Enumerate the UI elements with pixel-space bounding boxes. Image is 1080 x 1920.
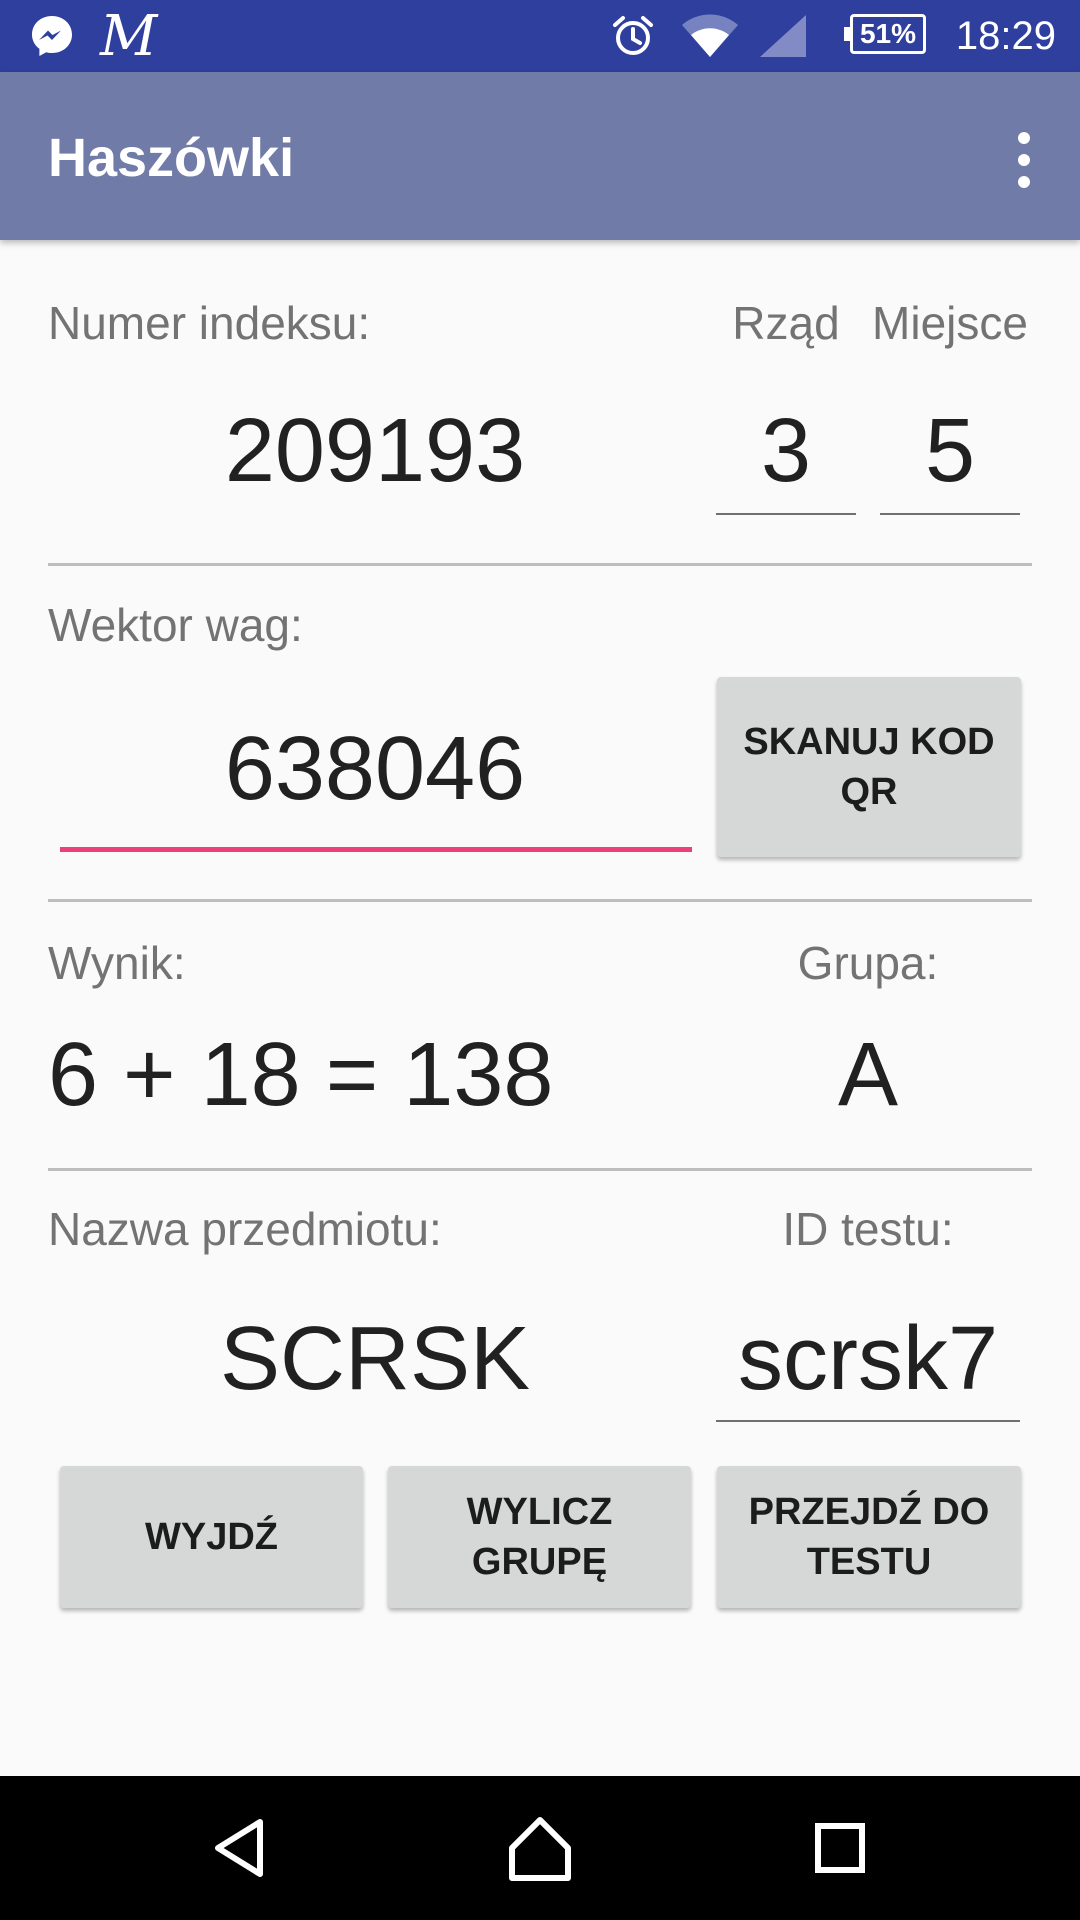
seat-field[interactable]: 5 [880,400,1020,503]
wifi-icon [680,0,740,72]
index-value[interactable]: 209193 [60,400,690,503]
test-id-field-underline [716,1420,1020,1422]
test-id-label: ID testu: [782,1203,954,1255]
weights-input[interactable]: 638046 [60,718,690,821]
test-id-field[interactable]: scrsk7 [716,1308,1020,1411]
subject-label: Nazwa przedmiotu: [48,1203,442,1255]
more-vert-icon[interactable] [1004,132,1044,188]
messenger-icon [28,0,76,72]
go-to-test-button[interactable]: PRZEJDŹ DO TESTU [717,1466,1021,1608]
row-label: Rząd [732,297,840,349]
row-field[interactable]: 3 [716,400,856,503]
navigation-bar [0,1776,1080,1920]
battery-icon: 51% [844,14,926,54]
app-title: Haszówki [48,128,295,188]
app-bar: Haszówki [0,72,1080,240]
subject-value: SCRSK [219,1309,531,1409]
exit-button[interactable]: WYJDŹ [60,1466,363,1608]
divider [48,899,1032,902]
weights-input-underline [60,847,692,852]
result-label: Wynik: [48,937,186,989]
back-icon[interactable] [204,1812,276,1884]
group-value: A [837,1025,899,1125]
index-label: Numer indeksu: [48,297,371,349]
group-label: Grupa: [797,937,939,989]
result-value: 6 + 18 = 138 [48,1025,554,1125]
recents-icon[interactable] [804,1812,876,1884]
signal-icon [758,0,808,72]
home-icon[interactable] [504,1812,576,1884]
divider [48,563,1032,566]
clock: 18:29 [955,13,1056,58]
alarm-icon [610,0,656,72]
row-field-underline [716,513,856,515]
gmail-icon: M [100,3,158,69]
divider [48,1168,1032,1171]
status-bar: M 51% 18:29 [0,0,1080,72]
compute-group-button[interactable]: WYLICZ GRUPĘ [388,1466,691,1608]
scan-qr-button[interactable]: SKANUJ KOD QR [717,677,1021,857]
weights-label: Wektor wag: [48,599,303,651]
seat-field-underline [880,513,1020,515]
seat-label: Miejsce [872,297,1028,349]
